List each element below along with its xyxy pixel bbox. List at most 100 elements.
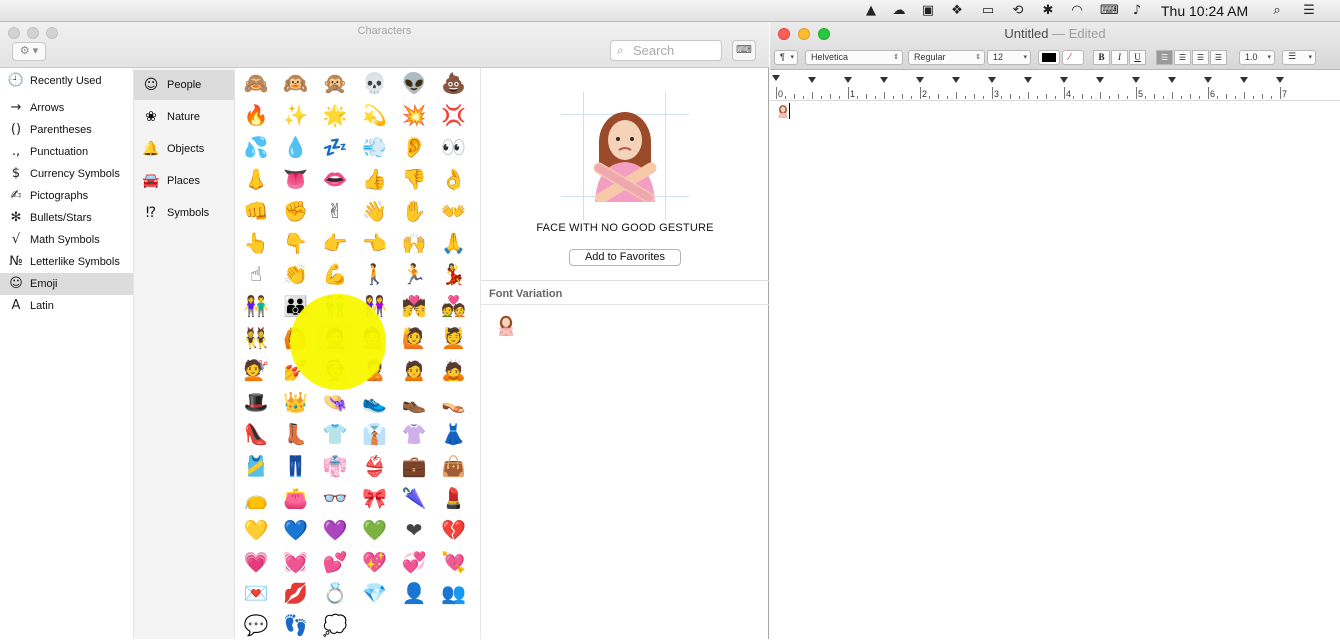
emoji-cell[interactable]: 👙 — [357, 451, 393, 481]
subcategory-item[interactable]: ☺ People — [134, 70, 234, 100]
category-item[interactable]: A Latin — [0, 295, 133, 317]
emoji-cell[interactable]: 💌 — [238, 578, 274, 608]
emoji-cell[interactable]: 💍 — [317, 578, 353, 608]
emoji-cell[interactable]: 🌂 — [396, 483, 432, 513]
subcategory-item[interactable]: 🔔 Objects — [134, 134, 234, 164]
emoji-cell[interactable]: 👕 — [317, 419, 353, 449]
emoji-cell[interactable]: 💔 — [436, 515, 472, 545]
emoji-cell[interactable]: 💛 — [238, 515, 274, 545]
tab-stop-marker[interactable] — [1168, 77, 1176, 83]
category-item[interactable]: ☺ Emoji — [0, 273, 133, 295]
emoji-cell[interactable]: 💜 — [317, 515, 353, 545]
italic-button[interactable]: I — [1111, 50, 1128, 65]
emoji-cell[interactable]: 👈 — [357, 228, 393, 258]
emoji-cell[interactable]: 👎 — [396, 164, 432, 194]
emoji-cell[interactable]: 🙍 — [396, 355, 432, 385]
emoji-cell[interactable]: 💨 — [357, 132, 393, 162]
emoji-cell[interactable]: 👅 — [278, 164, 314, 194]
paragraph-styles-popup[interactable]: ¶ ▾ — [774, 50, 798, 65]
emoji-cell[interactable]: 👍 — [357, 164, 393, 194]
emoji-cell[interactable]: 👐 — [436, 196, 472, 226]
emoji-cell[interactable]: 👛 — [278, 483, 314, 513]
emoji-cell[interactable]: 👄 — [317, 164, 353, 194]
emoji-cell[interactable]: 👉 — [317, 228, 353, 258]
emoji-cell[interactable]: 👓 — [317, 483, 353, 513]
emoji-cell[interactable]: 👡 — [436, 387, 472, 417]
emoji-cell[interactable]: ✌ — [317, 196, 353, 226]
volume-icon[interactable]: ♪ — [1128, 3, 1146, 19]
bold-button[interactable]: B — [1093, 50, 1110, 65]
category-item[interactable]: ✍ Pictographs — [0, 185, 133, 207]
emoji-cell[interactable]: 🚶 — [357, 259, 393, 289]
emoji-cell[interactable]: 💄 — [436, 483, 472, 513]
emoji-cell[interactable]: 🙇 — [436, 355, 472, 385]
emoji-cell[interactable]: 👊 — [238, 196, 274, 226]
emoji-cell[interactable]: 💆 — [436, 323, 472, 353]
tab-stop-marker[interactable] — [1096, 77, 1104, 83]
emoji-cell[interactable]: 👠 — [238, 419, 274, 449]
font-family-popup[interactable]: Helvetica ⇕ — [805, 50, 903, 65]
emoji-cell[interactable]: 💞 — [396, 547, 432, 577]
emoji-cell[interactable]: 👀 — [436, 132, 472, 162]
emoji-cell[interactable]: 💎 — [357, 578, 393, 608]
emoji-cell[interactable]: ✋ — [396, 196, 432, 226]
emoji-cell[interactable]: 💧 — [278, 132, 314, 162]
emoji-cell[interactable]: 🙊 — [317, 68, 353, 98]
keyboard-viewer-button[interactable]: ⌨ — [732, 40, 756, 61]
emoji-cell[interactable]: 🙉 — [278, 68, 314, 98]
emoji-cell[interactable]: 💕 — [317, 547, 353, 577]
emoji-cell[interactable]: 👏 — [278, 259, 314, 289]
emoji-cell[interactable]: ✊ — [278, 196, 314, 226]
spotlight-icon[interactable]: ⌕ — [1268, 3, 1286, 19]
emoji-cell[interactable]: 💫 — [357, 100, 393, 130]
category-item[interactable]: () Parentheses — [0, 119, 133, 141]
emoji-cell[interactable]: 💃 — [436, 259, 472, 289]
dropbox-icon[interactable]: ❖ — [948, 3, 966, 19]
category-item[interactable]: $ Currency Symbols — [0, 163, 133, 185]
search-input[interactable] — [633, 43, 719, 58]
bluetooth-icon[interactable]: ✱ — [1039, 3, 1057, 19]
emoji-cell[interactable]: 👌 — [436, 164, 472, 194]
emoji-cell[interactable]: 💙 — [278, 515, 314, 545]
emoji-cell[interactable]: 👤 — [396, 578, 432, 608]
emoji-cell[interactable]: 💚 — [357, 515, 393, 545]
emoji-cell[interactable]: 👘 — [317, 451, 353, 481]
emoji-cell[interactable]: 👗 — [436, 419, 472, 449]
tab-stop-marker[interactable] — [844, 77, 852, 83]
emoji-cell[interactable]: 💬 — [238, 610, 274, 640]
category-item[interactable]: 🕘 Recently Used — [0, 70, 133, 92]
tab-stop-marker[interactable] — [1276, 77, 1284, 83]
screen-icon[interactable]: ▣ — [919, 3, 937, 19]
emoji-cell[interactable]: ❤ — [396, 515, 432, 545]
tab-stop-marker[interactable] — [1060, 77, 1068, 83]
emoji-cell[interactable]: 🎀 — [357, 483, 393, 513]
emoji-cell[interactable]: 👫 — [238, 291, 274, 321]
tab-stop-marker[interactable] — [808, 77, 816, 83]
indent-marker[interactable] — [772, 75, 780, 81]
notification-center-icon[interactable]: ☰ — [1300, 3, 1318, 19]
align-center-button[interactable]: ☰ — [1174, 50, 1191, 65]
document-body[interactable] — [770, 102, 1340, 639]
font-style-popup[interactable]: Regular ⇕ — [908, 50, 985, 65]
emoji-cell[interactable]: 🏃 — [396, 259, 432, 289]
emoji-cell[interactable]: 💪 — [317, 259, 353, 289]
emoji-cell[interactable]: 👑 — [278, 387, 314, 417]
add-to-favorites-button[interactable]: Add to Favorites — [569, 249, 681, 266]
emoji-cell[interactable]: 👂 — [396, 132, 432, 162]
emoji-cell[interactable]: 💥 — [396, 100, 432, 130]
emoji-cell[interactable]: 💑 — [436, 291, 472, 321]
emoji-cell[interactable]: 🙈 — [238, 68, 274, 98]
emoji-cell[interactable]: 💦 — [238, 132, 274, 162]
emoji-cell[interactable]: 💏 — [396, 291, 432, 321]
emoji-cell[interactable]: 👚 — [396, 419, 432, 449]
emoji-cell[interactable]: 💗 — [238, 547, 274, 577]
emoji-cell[interactable]: 💩 — [436, 68, 472, 98]
font-variation-glyph[interactable] — [495, 314, 517, 336]
tab-stop-marker[interactable] — [880, 77, 888, 83]
category-item[interactable]: ., Punctuation — [0, 141, 133, 163]
category-item[interactable]: → Arrows — [0, 97, 133, 119]
emoji-cell[interactable]: 👜 — [436, 451, 472, 481]
creative-cloud-icon[interactable]: ☁ — [890, 3, 908, 19]
time-machine-icon[interactable]: ⟲ — [1009, 3, 1027, 19]
emoji-cell[interactable]: 🔥 — [238, 100, 274, 130]
